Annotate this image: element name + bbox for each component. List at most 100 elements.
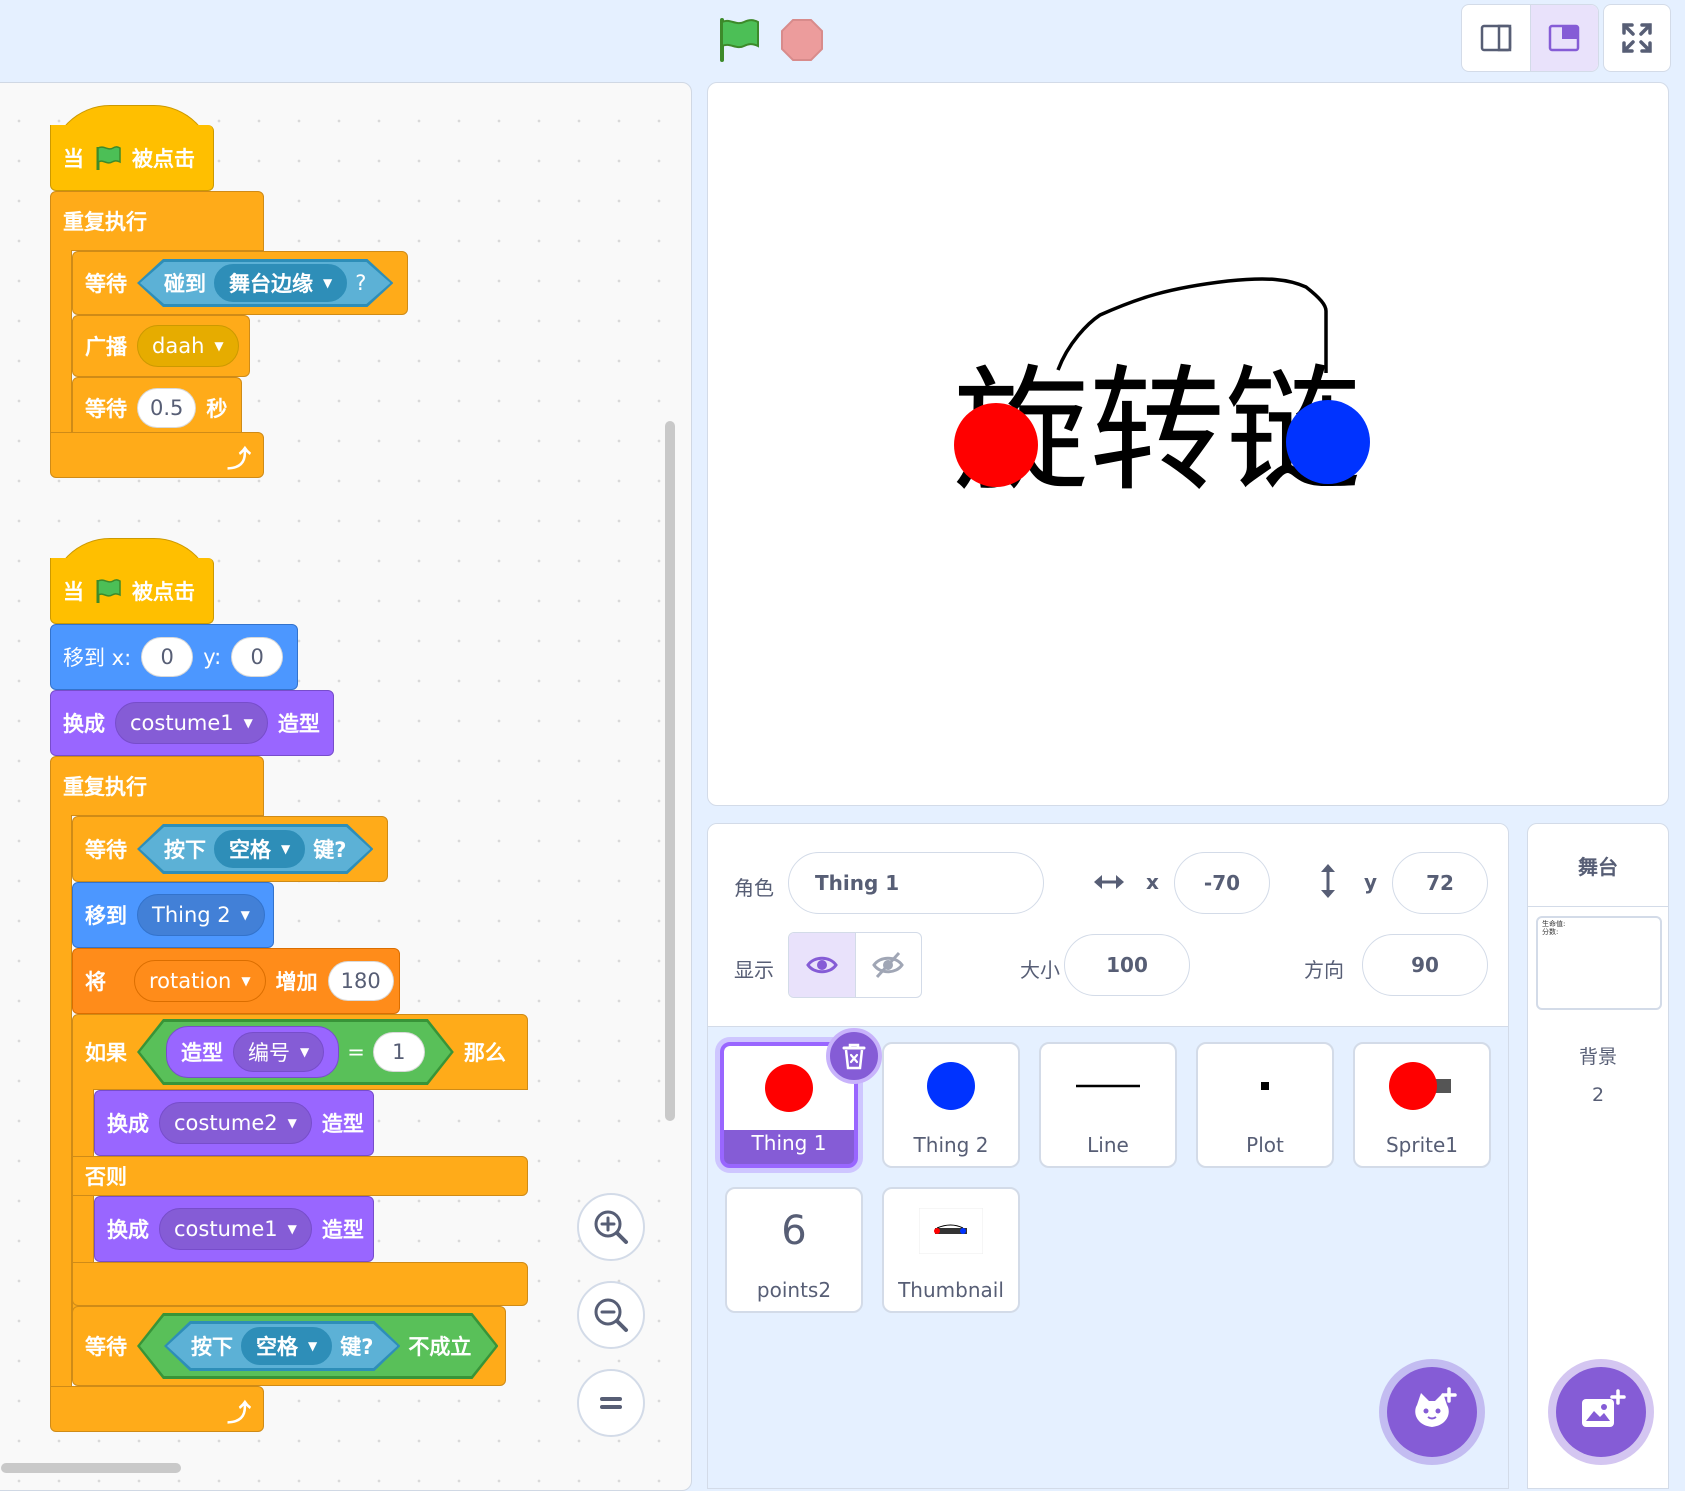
costume-number-reporter[interactable]: 造型 编号 ▼ — [166, 1026, 339, 1078]
broadcast-label: 广播 — [85, 335, 127, 359]
wait-until-not-block[interactable]: 等待 按下 空格 ▼ 键? 不成立 — [72, 1306, 506, 1386]
switch-costume-block[interactable]: 换成 costume2 ▼ 造型 — [94, 1090, 374, 1156]
touching-target-dropdown[interactable]: 舞台边缘 ▼ — [214, 264, 347, 302]
horizontal-scrollbar[interactable] — [1, 1463, 181, 1473]
backdrops-count: 2 — [1591, 1084, 1605, 1106]
vertical-scrollbar[interactable] — [665, 421, 675, 1121]
else-bar: 否则 — [72, 1156, 528, 1196]
stage-canvas[interactable]: 旋转链 — [707, 82, 1669, 806]
broadcast-message-dropdown[interactable]: daah ▼ — [137, 325, 239, 367]
key-dropdown[interactable]: 空格 ▼ — [214, 830, 305, 868]
stop-icon[interactable] — [780, 18, 824, 62]
go-to-block[interactable]: 移到 Thing 2 ▼ — [72, 882, 274, 948]
dropdown-caret-icon: ▼ — [308, 1339, 318, 1353]
variable-value: rotation — [149, 969, 232, 993]
key-dropdown[interactable]: 空格 ▼ — [241, 1327, 332, 1365]
y-arrows-icon — [1321, 864, 1335, 898]
switch-costume-block[interactable]: 换成 costume1 ▼ 造型 — [50, 690, 334, 756]
stage-pane-title: 舞台 — [1528, 824, 1668, 907]
x-position-field[interactable]: -70 — [1174, 852, 1270, 914]
wait-seconds-block[interactable]: 等待 0.5 秒 — [72, 377, 242, 439]
go-to-target-dropdown[interactable]: Thing 2 ▼ — [137, 894, 265, 936]
wait-label: 等待 — [85, 272, 127, 296]
not-condition[interactable]: 按下 空格 ▼ 键? 不成立 — [137, 1313, 498, 1379]
thing1-sprite[interactable] — [954, 403, 1038, 487]
size-field[interactable]: 100 — [1064, 934, 1190, 996]
dropdown-caret-icon: ▼ — [281, 842, 291, 856]
when-flag-clicked-block[interactable]: 当 被点击 — [50, 125, 214, 191]
sprite-name: Thumbnail — [898, 1278, 1004, 1302]
sprite-info-panel: 角色 Thing 1 x -70 y 72 显示 大小 100 方向 90 — [708, 824, 1508, 1027]
touching-condition[interactable]: 碰到 舞台边缘 ▼ ? — [137, 259, 393, 307]
forever-block[interactable]: 重复执行 — [50, 756, 264, 816]
switch-costume-block[interactable]: 换成 costume1 ▼ 造型 — [94, 1196, 374, 1262]
thing2-sprite[interactable] — [1286, 400, 1370, 484]
key-pressed-condition[interactable]: 按下 空格 ▼ 键? — [137, 824, 373, 874]
zoom-in-icon — [594, 1210, 628, 1244]
dropdown-caret-icon: ▼ — [214, 339, 224, 353]
sprite-thumbnail — [1198, 1044, 1332, 1128]
dropdown-caret-icon: ▼ — [240, 908, 250, 922]
when-flag-clicked-block[interactable]: 当 被点击 — [50, 558, 214, 624]
zoom-in-button[interactable] — [577, 1193, 645, 1261]
sprite-tile-sprite1[interactable]: Sprite1 — [1353, 1042, 1491, 1168]
costume-suffix: 造型 — [277, 712, 320, 736]
sprite-tile-line[interactable]: Line — [1039, 1042, 1177, 1168]
green-flag-icon — [96, 578, 121, 603]
change-variable-block[interactable]: 将 rotation ▼ 增加 180 — [72, 948, 400, 1014]
forever-block[interactable]: 重复执行 — [50, 191, 264, 251]
zoom-out-icon — [594, 1298, 628, 1332]
costume-dropdown[interactable]: costume2 ▼ — [159, 1102, 312, 1144]
stage-drawing: 旋转链 — [953, 277, 1370, 511]
forever-arm — [50, 250, 72, 432]
hide-sprite-button[interactable] — [854, 933, 922, 997]
variable-dropdown[interactable]: rotation ▼ — [134, 960, 266, 1002]
zoom-out-button[interactable] — [577, 1281, 645, 1349]
y-label: y: — [203, 645, 222, 669]
code-workspace[interactable]: 当 被点击 重复执行 等待 碰到 舞台边缘 ▼ ? 广播 daah ▼ 等待 0… — [0, 82, 692, 1491]
x-input[interactable]: 0 — [141, 637, 194, 677]
when-label: 当 — [63, 579, 84, 604]
direction-field[interactable]: 90 — [1362, 934, 1488, 996]
wait-until-block[interactable]: 等待 碰到 舞台边缘 ▼ ? — [72, 251, 408, 315]
wait-label: 等待 — [85, 1335, 127, 1359]
if-label: 如果 — [85, 1041, 127, 1065]
green-flag-icon[interactable] — [716, 16, 762, 62]
image-plus-icon — [1582, 1389, 1626, 1427]
backdrops-label: 背景 — [1578, 1046, 1617, 1068]
add-sprite-button[interactable] — [1387, 1367, 1477, 1457]
sprite-tile-points2[interactable]: 6 points2 — [725, 1187, 863, 1313]
small-stage-button[interactable] — [1462, 5, 1530, 71]
y-input[interactable]: 0 — [231, 637, 284, 677]
wait-until-key-block[interactable]: 等待 按下 空格 ▼ 键? — [72, 816, 388, 882]
fullscreen-button[interactable] — [1603, 4, 1671, 72]
if-else-block[interactable]: 如果 造型 编号 ▼ = 1 那么 — [72, 1014, 528, 1090]
equals-condition[interactable]: 造型 编号 ▼ = 1 — [137, 1019, 454, 1085]
not-label: 不成立 — [408, 1335, 472, 1359]
costume-dropdown[interactable]: costume1 ▼ — [115, 702, 268, 744]
key-pressed-condition[interactable]: 按下 空格 ▼ 键? — [164, 1321, 400, 1371]
wait-seconds-input[interactable]: 0.5 — [137, 388, 197, 428]
number-name-dropdown[interactable]: 编号 ▼ — [233, 1032, 324, 1072]
sprite-tile-plot[interactable]: Plot — [1196, 1042, 1334, 1168]
broadcast-block[interactable]: 广播 daah ▼ — [72, 315, 250, 377]
sprite-tile-thing-2[interactable]: Thing 2 — [882, 1042, 1020, 1168]
large-stage-button[interactable] — [1529, 5, 1598, 71]
sprite-name-field[interactable]: Thing 1 — [788, 852, 1044, 914]
stage-thumbnail[interactable]: 生命值: 分数: — [1536, 916, 1662, 1010]
show-sprite-button[interactable] — [789, 933, 855, 997]
show-label: 显示 — [734, 958, 774, 982]
touching-label: 碰到 — [164, 272, 206, 296]
change-amount-input[interactable]: 180 — [327, 961, 394, 1001]
costume-dropdown[interactable]: costume1 ▼ — [159, 1208, 312, 1250]
zoom-reset-button[interactable] — [577, 1369, 645, 1437]
add-backdrop-button[interactable] — [1556, 1367, 1646, 1457]
costume-value: costume2 — [174, 1111, 278, 1135]
sprite-tile-thumbnail[interactable]: Thumbnail — [882, 1187, 1020, 1313]
y-position-field[interactable]: 72 — [1392, 852, 1488, 914]
compare-value-input[interactable]: 1 — [373, 1032, 425, 1072]
forever-block-bottom: ⤴ — [50, 432, 264, 478]
key-suffix: 键? — [313, 838, 347, 862]
go-to-xy-block[interactable]: 移到 x: 0 y: 0 — [50, 624, 298, 690]
delete-sprite-button[interactable] — [826, 1028, 882, 1084]
